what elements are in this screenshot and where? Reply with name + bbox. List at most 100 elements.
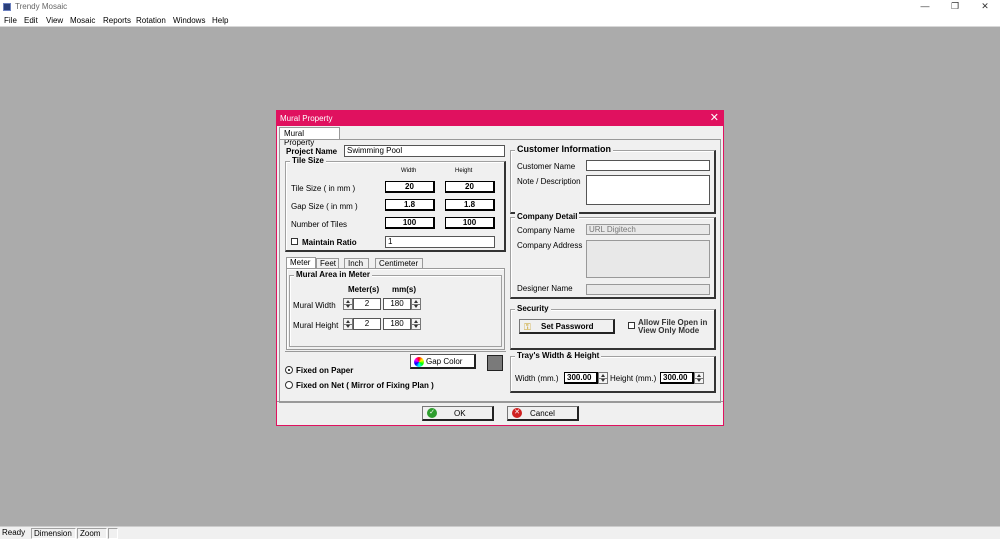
tiles-width-input[interactable]: 100	[385, 217, 435, 229]
gap-size-label: Gap Size ( in mm )	[291, 202, 358, 211]
dialog-title: Mural Property	[280, 114, 333, 123]
company-address-label: Company Address	[517, 241, 583, 250]
mural-area-group: Mural Area in Meter Meter(s) mm(s) Mural…	[289, 270, 502, 347]
mm-column-header: mm(s)	[392, 285, 417, 294]
company-detail-title: Company Detail	[515, 212, 580, 221]
height-column-header: Height	[455, 168, 473, 174]
note-description-input[interactable]	[586, 175, 710, 205]
menu-bar: File Edit View Mosaic Reports Rotation W…	[0, 14, 1000, 27]
width-meters-spinner[interactable]	[343, 298, 353, 310]
tray-group: Tray's Width & Height Width (mm.) 300.00…	[510, 351, 716, 393]
dialog-titlebar: Mural Property ✕	[277, 111, 723, 126]
maintain-ratio-label: Maintain Ratio	[302, 238, 357, 247]
gap-width-input[interactable]: 1.8	[385, 199, 435, 211]
width-mm-input[interactable]: 180	[383, 298, 411, 310]
menu-reports[interactable]: Reports	[103, 16, 131, 25]
status-dimension: Dimension	[31, 528, 76, 539]
fixed-on-net-label: Fixed on Net ( Mirror of Fixing Plan )	[296, 381, 434, 390]
customer-name-label: Customer Name	[517, 162, 576, 171]
menu-edit[interactable]: Edit	[24, 16, 38, 25]
designer-name-label: Designer Name	[517, 284, 573, 293]
tray-height-spinner[interactable]	[694, 372, 704, 384]
tile-size-title: Tile Size	[290, 156, 326, 165]
tile-width-input[interactable]: 20	[385, 181, 435, 193]
height-meters-spinner[interactable]	[343, 318, 353, 330]
height-mm-spinner[interactable]	[411, 318, 421, 330]
project-name-input[interactable]: Swimming Pool	[344, 145, 505, 157]
color-wheel-icon	[414, 357, 424, 367]
meters-column-header: Meter(s)	[348, 285, 380, 294]
gap-color-button[interactable]: Gap Color	[410, 354, 476, 369]
security-title: Security	[515, 304, 551, 313]
height-meters-input[interactable]: 2	[353, 318, 381, 330]
designer-name-input[interactable]	[586, 284, 710, 295]
restore-button[interactable]: ❐	[940, 0, 970, 14]
tile-size-group: Tile Size Width Height Tile Size ( in mm…	[285, 156, 506, 252]
status-ready: Ready	[2, 528, 26, 537]
check-icon: ✓	[427, 408, 437, 418]
fixed-on-paper-label: Fixed on Paper	[296, 366, 354, 375]
tray-height-label: Height (mm.)	[610, 374, 657, 383]
tray-width-input[interactable]: 300.00	[564, 372, 598, 384]
ok-label: OK	[454, 409, 466, 418]
set-password-button[interactable]: ⚿ Set Password	[519, 319, 615, 334]
allow-view-only-line2: View Only Mode	[638, 326, 700, 335]
app-logo-icon	[3, 3, 11, 11]
minimize-button[interactable]: —	[910, 0, 940, 14]
tray-width-spinner[interactable]	[598, 372, 608, 384]
tile-size-label: Tile Size ( in mm )	[291, 184, 356, 193]
company-address-input[interactable]	[586, 240, 710, 278]
customer-info-title: Customer Information	[515, 144, 614, 154]
tile-height-input[interactable]: 20	[445, 181, 495, 193]
company-name-input[interactable]: URL Digitech	[586, 224, 710, 235]
customer-info-group: Customer Information Customer Name Note …	[510, 144, 716, 214]
gap-color-label: Gap Color	[426, 357, 463, 366]
menu-help[interactable]: Help	[212, 16, 228, 25]
app-title: Trendy Mosaic	[15, 2, 68, 11]
mural-height-label: Mural Height	[293, 321, 339, 330]
footer-divider	[277, 401, 723, 402]
mural-property-dialog: Mural Property ✕ Mural Property Project …	[276, 110, 724, 426]
cancel-x-icon: ✕	[512, 408, 522, 418]
close-window-button[interactable]: ✕	[970, 0, 1000, 14]
gap-color-swatch[interactable]	[487, 355, 503, 371]
number-of-tiles-label: Number of Tiles	[291, 220, 348, 229]
fixed-on-net-radio[interactable]	[285, 381, 293, 389]
allow-view-only-checkbox[interactable]	[628, 322, 635, 329]
tray-title: Tray's Width & Height	[515, 351, 602, 360]
company-detail-group: Company Detail Company Name URL Digitech…	[510, 212, 716, 299]
menu-view[interactable]: View	[46, 16, 63, 25]
gap-height-input[interactable]: 1.8	[445, 199, 495, 211]
key-icon: ⚿	[524, 322, 531, 332]
project-name-label: Project Name	[286, 147, 338, 156]
note-description-label: Note / Description	[517, 177, 581, 186]
status-extra	[108, 528, 118, 539]
company-name-label: Company Name	[517, 226, 575, 235]
security-group: Security ⚿ Set Password Allow File Open …	[510, 304, 716, 350]
cancel-label: Cancel	[530, 409, 555, 418]
dialog-close-icon[interactable]: ✕	[710, 112, 719, 124]
menu-windows[interactable]: Windows	[173, 16, 205, 25]
ok-button[interactable]: ✓ OK	[422, 406, 494, 421]
menu-rotation[interactable]: Rotation	[136, 16, 166, 25]
width-meters-input[interactable]: 2	[353, 298, 381, 310]
menu-mosaic[interactable]: Mosaic	[70, 16, 95, 25]
maintain-ratio-checkbox[interactable]	[291, 238, 298, 245]
mural-width-label: Mural Width	[293, 301, 336, 310]
height-mm-input[interactable]: 180	[383, 318, 411, 330]
fixed-on-paper-radio[interactable]	[285, 366, 293, 374]
tray-width-label: Width (mm.)	[515, 374, 559, 383]
status-zoom: Zoom	[77, 528, 107, 539]
tiles-height-input[interactable]: 100	[445, 217, 495, 229]
tray-height-input[interactable]: 300.00	[660, 372, 694, 384]
menu-file[interactable]: File	[4, 16, 17, 25]
customer-name-input[interactable]	[586, 160, 710, 171]
cancel-button[interactable]: ✕ Cancel	[507, 406, 579, 421]
tab-meter[interactable]: Meter	[286, 257, 316, 268]
ratio-input[interactable]: 1	[385, 236, 495, 248]
set-password-label: Set Password	[541, 322, 594, 331]
divider	[285, 351, 506, 352]
width-mm-spinner[interactable]	[411, 298, 421, 310]
mural-area-title: Mural Area in Meter	[294, 270, 372, 279]
status-bar: Ready Dimension Zoom	[0, 526, 1000, 539]
